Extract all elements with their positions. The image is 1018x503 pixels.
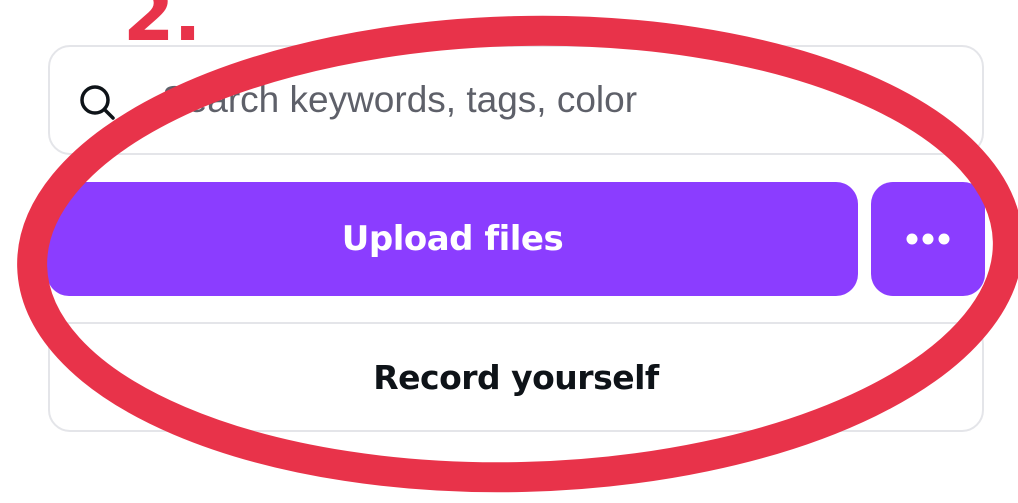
search-icon bbox=[80, 85, 115, 120]
more-options-button[interactable] bbox=[871, 182, 985, 296]
upload-files-button[interactable]: Upload files bbox=[47, 182, 858, 296]
more-horizontal-icon bbox=[906, 233, 950, 245]
search-input[interactable] bbox=[162, 47, 952, 153]
record-yourself-button[interactable]: Record yourself bbox=[48, 322, 984, 432]
search-box[interactable] bbox=[48, 45, 984, 155]
